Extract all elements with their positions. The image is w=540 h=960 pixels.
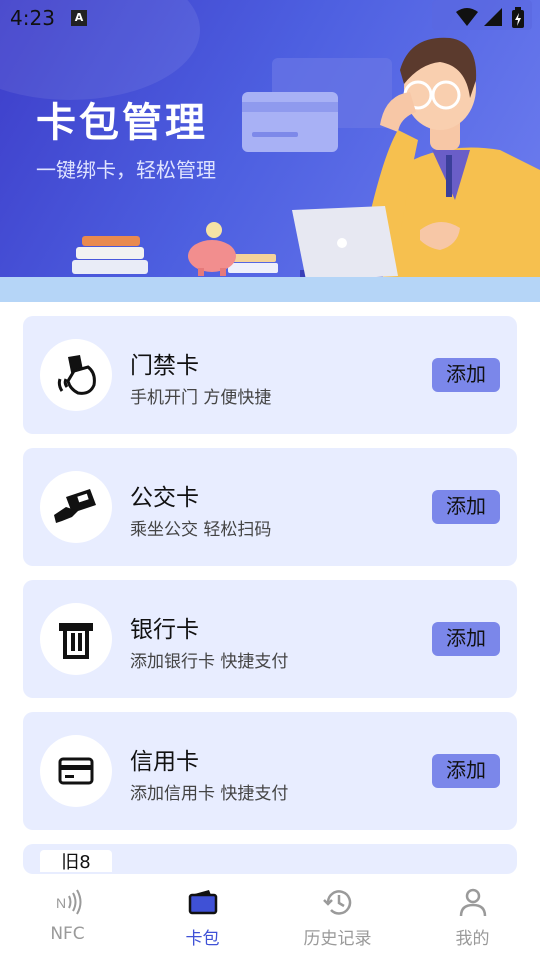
card-icon-wrap bbox=[40, 603, 112, 675]
banner-illustration bbox=[72, 0, 540, 302]
card-icon-wrap bbox=[40, 471, 112, 543]
signal-icon bbox=[484, 8, 502, 26]
add-bus-card-button[interactable]: 添加 bbox=[432, 490, 500, 524]
card-description: 添加银行卡 快捷支付 bbox=[130, 652, 289, 672]
card-description: 添加信用卡 快捷支付 bbox=[130, 784, 289, 804]
credit-card-icon bbox=[58, 757, 94, 785]
nav-item-mine[interactable]: 我的 bbox=[405, 874, 540, 960]
add-credit-card-button[interactable]: 添加 bbox=[432, 754, 500, 788]
svg-text:N: N bbox=[56, 895, 66, 911]
user-icon bbox=[459, 888, 486, 917]
nav-label: 卡包 bbox=[185, 929, 220, 949]
wifi-icon bbox=[456, 8, 478, 26]
card-wallet-screen: 卡包管理 一键绑卡，轻松管理 4:23 A 门禁卡 手机开门 方便快捷 添加 公… bbox=[0, 0, 540, 960]
hand-holding-card-icon bbox=[54, 489, 96, 523]
card-access[interactable]: 门禁卡 手机开门 方便快捷 添加 bbox=[23, 316, 517, 434]
nav-item-nfc[interactable]: N NFC bbox=[0, 874, 135, 960]
card-partial[interactable]: 旧8 bbox=[23, 844, 517, 874]
status-a-badge-icon: A bbox=[71, 10, 87, 26]
card-title: 信用卡 bbox=[130, 749, 199, 775]
nav-item-wallet[interactable]: 卡包 bbox=[135, 874, 270, 960]
status-bar: 4:23 A bbox=[0, 0, 540, 36]
banner-bottom-stripe bbox=[0, 277, 540, 302]
card-title: 银行卡 bbox=[130, 617, 199, 643]
history-icon bbox=[322, 890, 351, 915]
nfc-icon: N bbox=[56, 889, 81, 915]
card-icon-wrap bbox=[40, 735, 112, 807]
card-title: 公交卡 bbox=[130, 485, 199, 511]
atm-card-icon bbox=[59, 623, 93, 659]
banner-title: 卡包管理 bbox=[36, 100, 208, 146]
nav-label: 历史记录 bbox=[303, 929, 372, 949]
card-credit[interactable]: 信用卡 添加信用卡 快捷支付 添加 bbox=[23, 712, 517, 830]
banner-subtitle: 一键绑卡，轻松管理 bbox=[36, 158, 216, 182]
card-description: 手机开门 方便快捷 bbox=[130, 388, 272, 408]
wallet-icon bbox=[188, 890, 217, 915]
bottom-nav: N NFC 卡包 历史记录 我的 bbox=[0, 874, 540, 960]
banner: 卡包管理 一键绑卡，轻松管理 bbox=[0, 0, 540, 302]
partial-card-icon: 旧8 bbox=[40, 850, 112, 873]
battery-icon bbox=[512, 7, 524, 28]
nav-label: NFC bbox=[50, 924, 85, 944]
add-access-card-button[interactable]: 添加 bbox=[432, 358, 500, 392]
hand-tap-card-icon bbox=[57, 355, 96, 395]
card-title: 门禁卡 bbox=[130, 353, 199, 379]
nav-item-history[interactable]: 历史记录 bbox=[270, 874, 405, 960]
card-description: 乘坐公交 轻松扫码 bbox=[130, 520, 272, 540]
nav-label: 我的 bbox=[455, 929, 490, 949]
status-icons bbox=[456, 7, 524, 28]
card-bank[interactable]: 银行卡 添加银行卡 快捷支付 添加 bbox=[23, 580, 517, 698]
status-time: 4:23 bbox=[10, 6, 55, 30]
add-bank-card-button[interactable]: 添加 bbox=[432, 622, 500, 656]
card-bus[interactable]: 公交卡 乘坐公交 轻松扫码 添加 bbox=[23, 448, 517, 566]
card-icon-wrap bbox=[40, 339, 112, 411]
